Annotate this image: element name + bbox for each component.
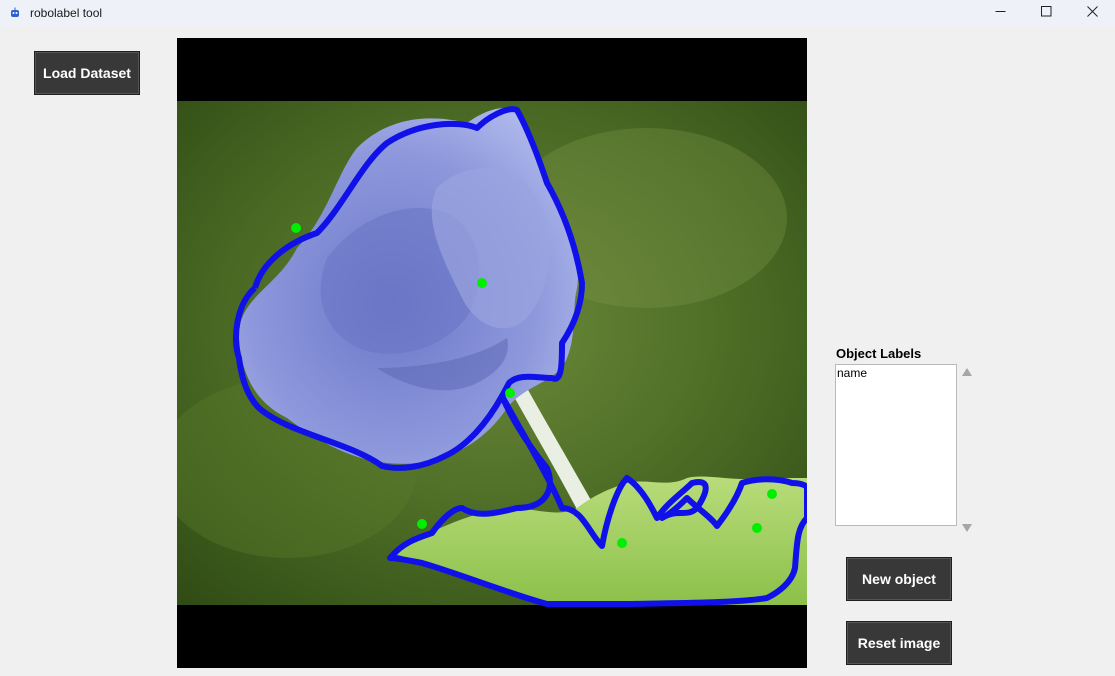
keypoint (505, 388, 515, 398)
object-labels-list[interactable]: name (835, 364, 957, 526)
load-dataset-button[interactable]: Load Dataset (34, 51, 140, 95)
scroll-down-arrow-icon[interactable] (961, 523, 973, 533)
keypoint (417, 519, 427, 529)
robot-icon (9, 7, 21, 19)
window-title: robolabel tool (30, 6, 103, 20)
title-bar: robolabel tool (0, 0, 1115, 26)
keypoint (477, 278, 487, 288)
maximize-icon[interactable] (1023, 0, 1069, 22)
new-object-button[interactable]: New object (846, 557, 952, 601)
reset-image-button[interactable]: Reset image (846, 621, 952, 665)
keypoint (617, 538, 627, 548)
image-photo (177, 101, 807, 605)
scroll-up-arrow-icon[interactable] (961, 367, 973, 377)
keypoint (291, 223, 301, 233)
keypoint (752, 523, 762, 533)
object-labels-title: Object Labels (836, 346, 922, 361)
close-icon[interactable] (1069, 0, 1115, 22)
keypoint (767, 489, 777, 499)
minimize-icon[interactable] (977, 0, 1023, 22)
list-item[interactable]: name (837, 366, 955, 381)
image-canvas[interactable] (177, 38, 807, 668)
